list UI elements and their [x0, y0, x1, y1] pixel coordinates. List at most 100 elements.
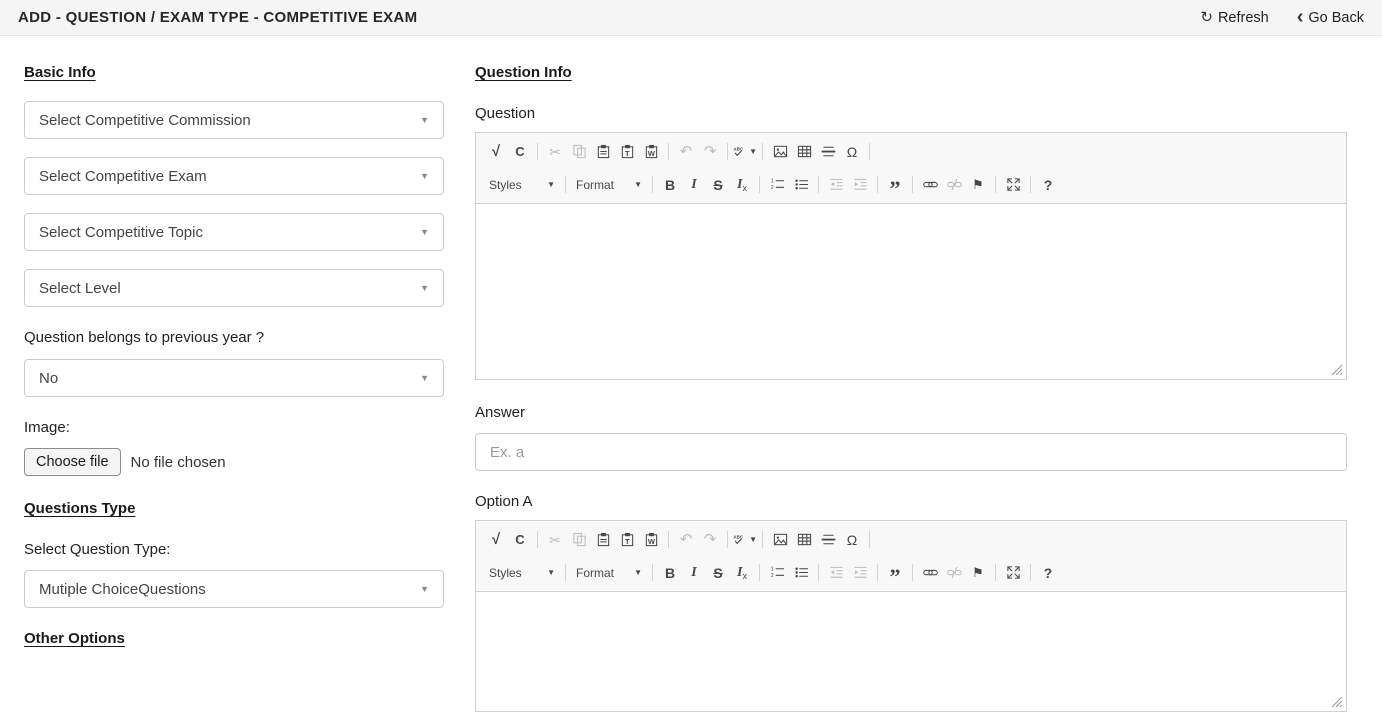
- svg-text:T: T: [624, 537, 629, 546]
- go-back-button[interactable]: ‹ Go Back: [1297, 10, 1364, 26]
- styles-dropdown-label: Styles: [489, 178, 522, 192]
- horizontal-rule-icon[interactable]: [816, 140, 840, 164]
- select-value: Select Competitive Commission: [39, 112, 251, 129]
- undo-icon: ↶: [674, 140, 698, 164]
- spell-check-icon[interactable]: ABC▼: [733, 528, 757, 552]
- toolbar-separator: [869, 143, 870, 160]
- table-icon[interactable]: [792, 528, 816, 552]
- question-type-select[interactable]: Mutiple ChoiceQuestions ▼: [24, 570, 444, 608]
- sqrt-icon[interactable]: √: [484, 140, 508, 164]
- letter-c-icon[interactable]: C: [508, 528, 532, 552]
- refresh-label: Refresh: [1218, 10, 1269, 26]
- maximize-icon[interactable]: [1001, 173, 1025, 197]
- toolbar-separator: [912, 564, 913, 581]
- toolbar-separator: [818, 564, 819, 581]
- competitive-commission-select[interactable]: Select Competitive Commission ▼: [24, 101, 444, 139]
- toolbar-separator: [759, 564, 760, 581]
- redo-icon: ↷: [698, 528, 722, 552]
- link-icon[interactable]: [918, 561, 942, 585]
- toolbar-separator: [818, 176, 819, 193]
- svg-text:ABC: ABC: [733, 534, 743, 539]
- svg-text:2: 2: [770, 573, 773, 579]
- paste-icon[interactable]: [591, 528, 615, 552]
- paste-from-word-icon[interactable]: W: [639, 140, 663, 164]
- previous-year-select[interactable]: No ▼: [24, 359, 444, 397]
- toolbar-row: √C✂TW↶↷ABC▼Ω: [480, 135, 1342, 168]
- level-select[interactable]: Select Level ▼: [24, 269, 444, 307]
- toolbar-separator: [727, 531, 728, 548]
- anchor-icon[interactable]: ⚑: [966, 561, 990, 585]
- numbered-list-icon[interactable]: 12: [765, 561, 789, 585]
- styles-dropdown[interactable]: Styles▼: [484, 561, 560, 585]
- competitive-topic-select[interactable]: Select Competitive Topic ▼: [24, 213, 444, 251]
- resize-grip-icon[interactable]: [1331, 364, 1343, 376]
- bold-icon[interactable]: B: [658, 173, 682, 197]
- previous-year-label: Question belongs to previous year ?: [24, 329, 444, 346]
- image-label: Image:: [24, 419, 444, 436]
- sqrt-icon[interactable]: √: [484, 528, 508, 552]
- anchor-icon[interactable]: ⚑: [966, 173, 990, 197]
- italic-icon[interactable]: I: [682, 173, 706, 197]
- toolbar-separator: [668, 531, 669, 548]
- format-dropdown-label: Format: [576, 178, 614, 192]
- toolbar-separator: [912, 176, 913, 193]
- toolbar-separator: [759, 176, 760, 193]
- refresh-icon: ↻: [1200, 10, 1213, 25]
- refresh-button[interactable]: ↻ Refresh: [1200, 10, 1268, 26]
- select-value: No: [39, 370, 58, 387]
- answer-input[interactable]: [475, 433, 1347, 471]
- toolbar-separator: [565, 564, 566, 581]
- header-bar: ADD - QUESTION / EXAM TYPE - COMPETITIVE…: [0, 0, 1382, 36]
- image-file-input: Choose file No file chosen: [24, 448, 444, 476]
- numbered-list-icon[interactable]: 12: [765, 173, 789, 197]
- about-icon[interactable]: ?: [1036, 561, 1060, 585]
- format-dropdown[interactable]: Format▼: [571, 173, 647, 197]
- toolbar-separator: [877, 564, 878, 581]
- svg-text:1: 1: [770, 567, 773, 573]
- competitive-exam-select[interactable]: Select Competitive Exam ▼: [24, 157, 444, 195]
- horizontal-rule-icon[interactable]: [816, 528, 840, 552]
- blockquote-icon[interactable]: ”: [883, 561, 907, 585]
- paste-icon[interactable]: [591, 140, 615, 164]
- strikethrough-icon[interactable]: S: [706, 173, 730, 197]
- paste-plain-text-icon[interactable]: T: [615, 140, 639, 164]
- svg-text:W: W: [647, 149, 655, 158]
- image-icon[interactable]: [768, 528, 792, 552]
- select-value: Select Competitive Exam: [39, 168, 207, 185]
- question-info-heading: Question Info: [475, 64, 1347, 81]
- other-options-heading: Other Options: [24, 630, 444, 647]
- blockquote-icon[interactable]: ”: [883, 173, 907, 197]
- bold-icon[interactable]: B: [658, 561, 682, 585]
- special-character-icon[interactable]: Ω: [840, 528, 864, 552]
- toolbar-separator: [668, 143, 669, 160]
- about-icon[interactable]: ?: [1036, 173, 1060, 197]
- bulleted-list-icon[interactable]: [789, 173, 813, 197]
- resize-grip-icon[interactable]: [1331, 696, 1343, 708]
- chevron-left-icon: ‹: [1297, 9, 1304, 25]
- spell-check-icon[interactable]: ABC ▼: [733, 140, 757, 164]
- special-character-icon[interactable]: Ω: [840, 140, 864, 164]
- chevron-down-icon: ▼: [634, 568, 642, 577]
- toolbar-separator: [995, 564, 996, 581]
- italic-icon[interactable]: I: [682, 561, 706, 585]
- remove-format-icon[interactable]: Ix: [730, 173, 754, 197]
- maximize-icon[interactable]: [1001, 561, 1025, 585]
- table-icon[interactable]: [792, 140, 816, 164]
- option-a-editor-content[interactable]: [476, 591, 1346, 711]
- letter-c-icon[interactable]: C: [508, 140, 532, 164]
- choose-file-button[interactable]: Choose file: [24, 448, 121, 476]
- toolbar-row: Styles▼ Format▼ BISIx 12 ” ⚑?: [480, 556, 1342, 589]
- bulleted-list-icon[interactable]: [789, 561, 813, 585]
- paste-plain-text-icon[interactable]: T: [615, 528, 639, 552]
- remove-format-icon[interactable]: Ix: [730, 561, 754, 585]
- question-editor-content[interactable]: [476, 203, 1346, 379]
- strikethrough-icon[interactable]: S: [706, 561, 730, 585]
- paste-from-word-icon[interactable]: W: [639, 528, 663, 552]
- styles-dropdown[interactable]: Styles▼: [484, 173, 560, 197]
- chevron-down-icon: ▼: [749, 147, 757, 156]
- image-icon[interactable]: [768, 140, 792, 164]
- format-dropdown[interactable]: Format▼: [571, 561, 647, 585]
- svg-text:ABC: ABC: [733, 146, 743, 151]
- select-value: Select Level: [39, 280, 121, 297]
- link-icon[interactable]: [918, 173, 942, 197]
